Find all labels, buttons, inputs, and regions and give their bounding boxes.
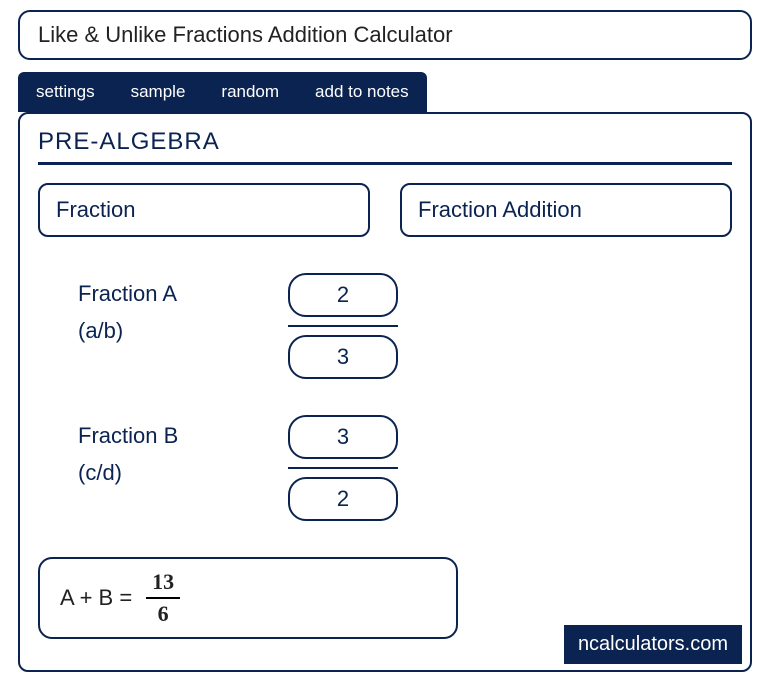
- brand-badge: ncalculators.com: [564, 625, 742, 664]
- fraction-b-denominator[interactable]: [288, 477, 398, 521]
- calculator-panel: PRE-ALGEBRA Fraction Fraction Addition F…: [18, 112, 752, 672]
- result-numerator: 13: [146, 569, 180, 599]
- fraction-a-sub: (a/b): [78, 316, 228, 347]
- result-fraction: 13 6: [146, 569, 180, 627]
- tab-add-to-notes[interactable]: add to notes: [297, 72, 427, 112]
- fraction-b-divider: [288, 467, 398, 469]
- result-denominator: 6: [158, 599, 169, 627]
- fraction-b-numerator[interactable]: [288, 415, 398, 459]
- operation-selector[interactable]: Fraction Addition: [400, 183, 732, 237]
- tab-settings[interactable]: settings: [18, 72, 113, 112]
- section-heading: PRE-ALGEBRA: [38, 128, 732, 165]
- fraction-a-denominator[interactable]: [288, 335, 398, 379]
- tab-bar: settings sample random add to notes: [18, 72, 427, 112]
- tab-random[interactable]: random: [203, 72, 297, 112]
- fraction-b-sub: (c/d): [78, 458, 228, 489]
- page-title: Like & Unlike Fractions Addition Calcula…: [18, 10, 752, 60]
- fraction-a-inputs: [288, 273, 398, 379]
- fraction-b-label: Fraction B (c/d): [78, 415, 228, 489]
- fraction-b-row: Fraction B (c/d): [78, 415, 732, 521]
- fraction-a-label: Fraction A (a/b): [78, 273, 228, 347]
- selector-row: Fraction Fraction Addition: [38, 183, 732, 237]
- fraction-b-label-text: Fraction B: [78, 423, 178, 448]
- result-box: A + B = 13 6: [38, 557, 458, 639]
- fraction-a-numerator[interactable]: [288, 273, 398, 317]
- fraction-a-divider: [288, 325, 398, 327]
- fraction-a-row: Fraction A (a/b): [78, 273, 732, 379]
- type-selector[interactable]: Fraction: [38, 183, 370, 237]
- result-lhs: A + B =: [60, 585, 132, 611]
- tab-sample[interactable]: sample: [113, 72, 204, 112]
- fraction-a-label-text: Fraction A: [78, 281, 177, 306]
- fraction-b-inputs: [288, 415, 398, 521]
